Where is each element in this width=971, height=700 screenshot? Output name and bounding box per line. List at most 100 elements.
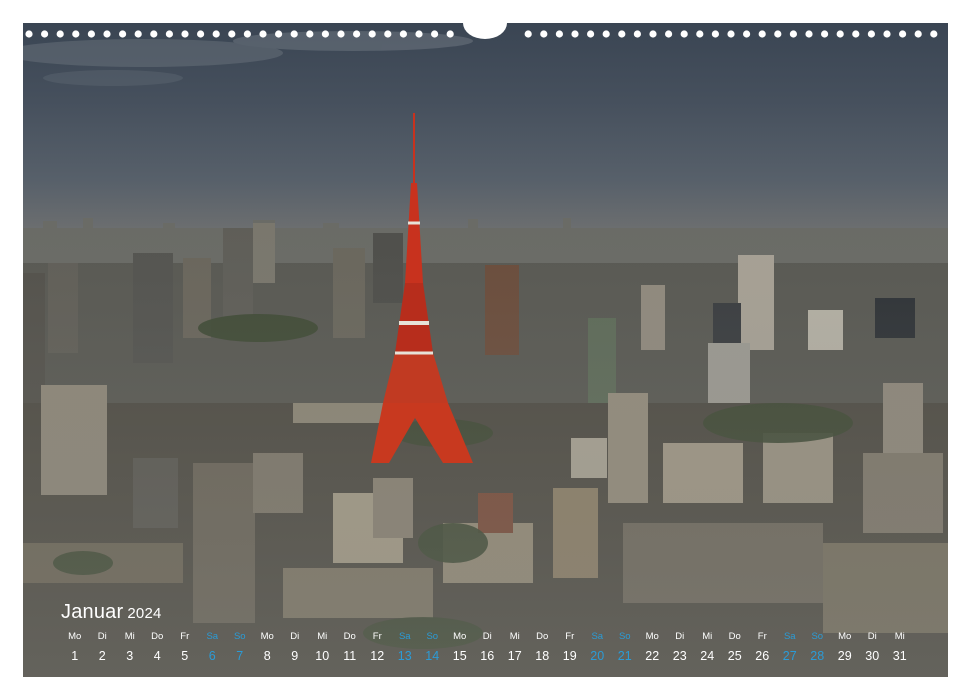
day-name: Mi — [124, 631, 135, 642]
binding-hole — [680, 30, 688, 38]
binding-hole — [415, 30, 423, 38]
day-name: Mi — [894, 631, 905, 642]
binding-hole — [212, 30, 220, 38]
day-number: 15 — [452, 649, 467, 663]
calendar-day: Di 30 — [859, 629, 887, 673]
binding-hole — [602, 30, 610, 38]
binding-hole — [165, 30, 173, 38]
day-name: Mi — [702, 631, 713, 642]
binding-hole — [87, 30, 95, 38]
day-name: Do — [728, 631, 741, 642]
day-number: 12 — [370, 649, 385, 663]
day-number: 5 — [181, 649, 189, 663]
binding-hole — [306, 30, 314, 38]
day-number: 13 — [397, 649, 412, 663]
day-number: 17 — [507, 649, 522, 663]
calendar-day: Sa 20 — [584, 629, 612, 673]
day-number: 29 — [837, 649, 852, 663]
day-number: 4 — [153, 649, 161, 663]
binding-hole — [446, 30, 454, 38]
binding-hole — [56, 30, 64, 38]
binding-hole — [649, 30, 657, 38]
day-name: Di — [97, 631, 107, 642]
binding-hole — [228, 30, 236, 38]
day-number: 9 — [291, 649, 299, 663]
calendar-day: Mi 24 — [694, 629, 722, 673]
binding-hole — [134, 30, 142, 38]
day-number: 26 — [755, 649, 770, 663]
binding-hole — [243, 30, 251, 38]
binding-hole — [914, 30, 922, 38]
binding-hole — [711, 30, 720, 38]
binding-hole — [743, 30, 751, 38]
binding-hole — [25, 30, 33, 38]
month-title: Januar 2024 — [61, 601, 162, 624]
calendar-day: Sa 6 — [199, 629, 227, 673]
binding-hole — [867, 30, 876, 38]
day-name: Sa — [398, 631, 411, 642]
day-name: Sa — [206, 631, 219, 642]
day-number: 27 — [782, 649, 797, 663]
calendar-day: Mi 3 — [116, 629, 144, 673]
day-name: Di — [290, 631, 300, 642]
calendar-day: Sa 13 — [391, 629, 419, 673]
calendar-day: Mo 15 — [446, 629, 474, 673]
binding-hole — [524, 30, 532, 38]
day-number: 3 — [126, 649, 134, 663]
calendar-day: Do 4 — [144, 629, 172, 673]
day-number: 24 — [700, 649, 715, 663]
spiral-binding — [25, 23, 938, 39]
calendar-day: Di 9 — [281, 629, 309, 673]
calendar-day: Mi 17 — [501, 629, 529, 673]
binding-hole — [540, 30, 548, 38]
calendar-day: Mi 10 — [309, 629, 337, 673]
day-number: 2 — [98, 649, 106, 663]
day-name: So — [618, 631, 631, 642]
day-name: Mo — [260, 631, 274, 642]
binding-hole — [290, 30, 298, 38]
binding-hole — [72, 30, 80, 38]
binding-hole — [555, 30, 564, 38]
day-name: So — [426, 631, 439, 642]
calendar-page: Januar 2024 Mo 1 Di 2 Mi 3 Do 4 Fr 5 Sa 6 So 7 Mo 8 Di 9 Mi… — [23, 23, 948, 677]
binding-hole — [337, 30, 345, 38]
day-number: 23 — [672, 649, 687, 663]
month-name: Januar — [61, 601, 124, 623]
binding-hole — [665, 30, 673, 38]
binding-hole — [197, 30, 205, 38]
binding-hole — [883, 30, 891, 38]
day-name: Do — [343, 631, 356, 642]
calendar-day: Do 25 — [721, 629, 749, 673]
day-number: 19 — [562, 649, 577, 663]
binding-hole — [353, 30, 361, 38]
day-name: Fr — [372, 631, 382, 642]
day-number: 25 — [727, 649, 742, 663]
day-number: 7 — [236, 649, 244, 663]
day-number: 8 — [263, 649, 271, 663]
day-number: 11 — [343, 649, 357, 663]
binding-hole — [774, 30, 782, 38]
day-name: Mi — [317, 631, 328, 642]
binding-hole — [41, 30, 49, 38]
day-number: 18 — [535, 649, 550, 663]
binding-hole — [727, 30, 735, 38]
day-name: Mo — [68, 631, 82, 642]
day-name: Do — [151, 631, 164, 642]
day-name: Fr — [180, 631, 190, 642]
day-name: Di — [482, 631, 492, 642]
binding-hole — [836, 30, 844, 38]
calendar-day: Mo 22 — [639, 629, 667, 673]
calendar-day: Fr 12 — [364, 629, 392, 673]
calendar-day: Do 11 — [336, 629, 364, 673]
day-name: Fr — [565, 631, 575, 642]
calendar-day: Fr 26 — [749, 629, 777, 673]
year-label: 2024 — [127, 605, 162, 622]
day-name: So — [233, 631, 246, 642]
binding-hole — [758, 30, 766, 38]
calendar-day: Do 18 — [529, 629, 557, 673]
binding-hole — [805, 30, 813, 38]
day-number: 28 — [810, 649, 825, 663]
binding-hole — [852, 30, 860, 38]
binding-hole — [384, 30, 392, 38]
calendar-day: So 14 — [419, 629, 447, 673]
